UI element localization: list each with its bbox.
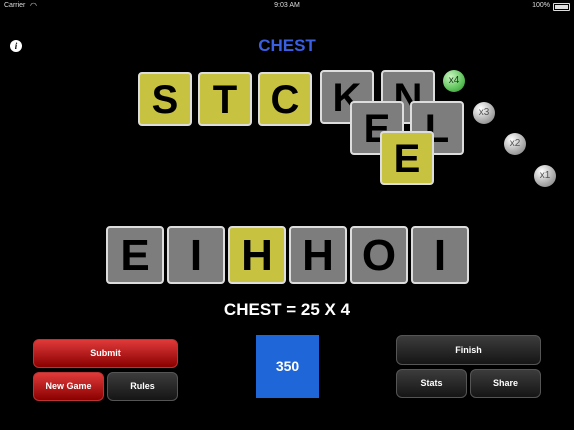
rack-tile[interactable]: H [228,226,286,284]
finish-button[interactable]: Finish [396,335,541,365]
top-tile[interactable]: T [198,72,252,126]
clock: 9:03 AM [274,2,300,9]
rack-tile[interactable]: I [411,226,469,284]
multiplier-badge: x2 [504,133,526,155]
top-tile[interactable]: C [258,72,312,126]
battery-icon [553,3,570,11]
submit-button[interactable]: Submit [33,339,178,368]
score-formula: CHEST = 25 X 4 [223,300,351,319]
rack-tile[interactable]: E [106,226,164,284]
rack-tile[interactable]: I [167,226,225,284]
target-word: CHEST [258,36,316,55]
battery-percent: 100% [532,2,550,9]
stack-tile[interactable]: E [380,131,434,185]
top-tile[interactable]: S [138,72,192,126]
status-bar: Carrier ◠ 9:03 AM 100% [0,0,574,12]
new-game-button[interactable]: New Game [33,372,104,401]
rules-button[interactable]: Rules [107,372,178,401]
multiplier-badge: x3 [473,102,495,124]
score-box: 350 [256,335,319,398]
multiplier-badge: x4 [443,70,465,92]
multiplier-badge: x1 [534,165,556,187]
stats-button[interactable]: Stats [396,369,467,398]
rack-tile[interactable]: H [289,226,347,284]
share-button[interactable]: Share [470,369,541,398]
rack-tile[interactable]: O [350,226,408,284]
